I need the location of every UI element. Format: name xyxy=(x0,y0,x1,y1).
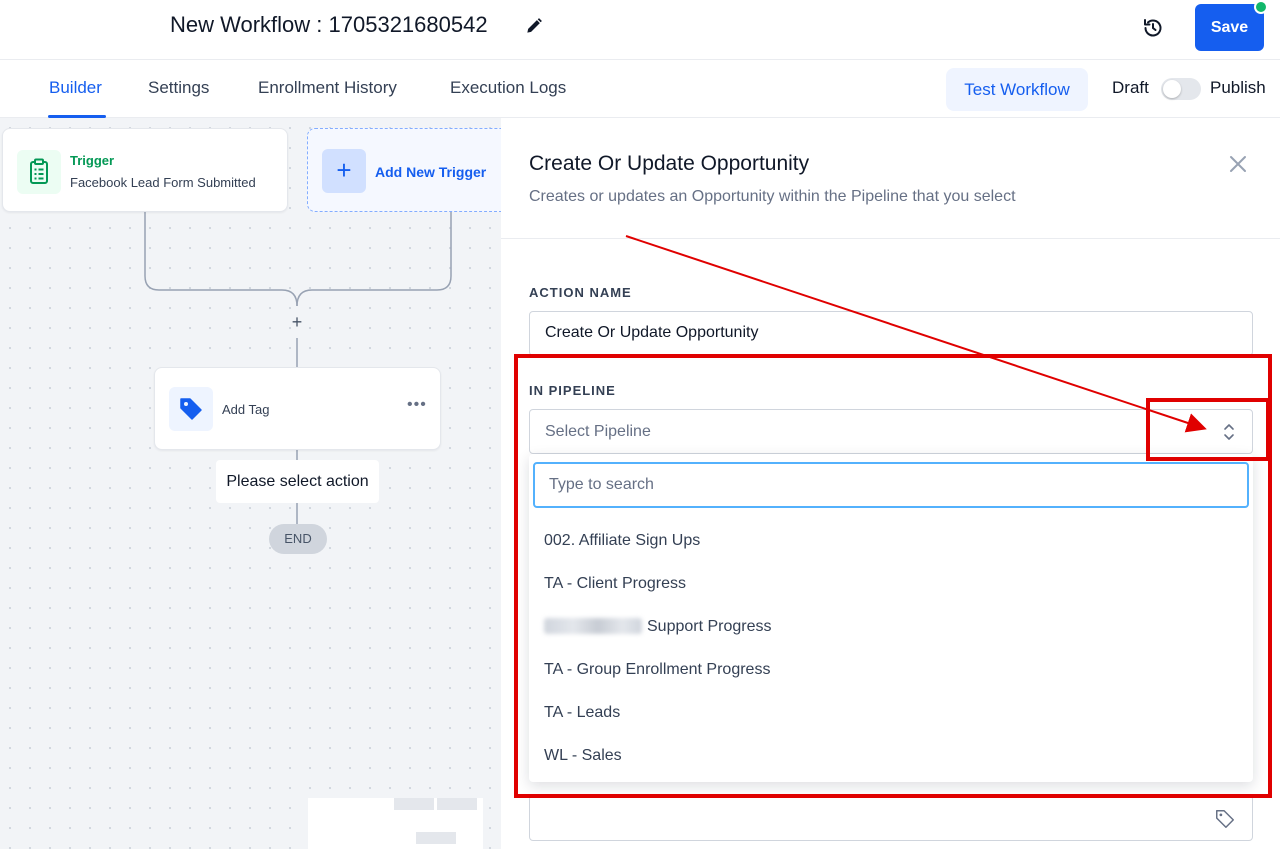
publish-label: Publish xyxy=(1210,78,1266,97)
trigger-icon-box xyxy=(17,150,61,194)
pipeline-search-input[interactable] xyxy=(533,462,1249,508)
tab-enrollment-history[interactable]: Enrollment History xyxy=(258,78,397,98)
add-trigger-label: Add New Trigger xyxy=(375,164,487,180)
pipeline-option[interactable]: TA - Leads xyxy=(544,704,620,722)
action-name-input[interactable]: Create Or Update Opportunity xyxy=(529,311,1253,356)
panel-subtitle: Creates or updates an Opportunity within… xyxy=(529,188,1016,205)
action-name-label: ACTION NAME xyxy=(529,285,632,300)
action-icon-box xyxy=(169,387,213,431)
tab-execution-logs[interactable]: Execution Logs xyxy=(450,78,566,98)
status-dot xyxy=(1254,0,1268,14)
trigger-card[interactable]: Trigger Facebook Lead Form Submitted xyxy=(2,128,288,212)
pipeline-select-placeholder: Select Pipeline xyxy=(545,423,651,440)
tab-builder[interactable]: Builder xyxy=(49,78,102,98)
more-options-icon[interactable]: ••• xyxy=(407,396,427,414)
pipeline-option[interactable]: WL - Sales xyxy=(544,747,622,765)
minimap-block xyxy=(437,798,477,810)
pipeline-option[interactable]: TA - Group Enrollment Progress xyxy=(544,661,770,679)
save-button[interactable]: Save xyxy=(1195,4,1264,51)
pipeline-option[interactable]: 002. Affiliate Sign Ups xyxy=(544,532,700,550)
divider xyxy=(501,238,1280,239)
panel-title: Create Or Update Opportunity xyxy=(529,152,810,175)
canvas-minimap[interactable] xyxy=(308,798,483,849)
pipeline-option[interactable]: TA - Client Progress xyxy=(544,575,686,593)
add-step-plus-icon[interactable]: + xyxy=(287,312,307,332)
action-label: Add Tag xyxy=(222,402,270,417)
tags-input[interactable] xyxy=(529,795,1253,841)
plus-icon: + xyxy=(322,149,366,193)
select-action-placeholder[interactable]: Please select action xyxy=(216,460,379,503)
pipeline-select[interactable]: Select Pipeline xyxy=(529,409,1253,454)
pipeline-option[interactable]: Support Progress xyxy=(544,618,772,636)
tabs-bar: Builder Settings Enrollment History Exec… xyxy=(0,60,1280,118)
workflow-title: New Workflow : 1705321680542 xyxy=(170,12,488,37)
in-pipeline-label: IN PIPELINE xyxy=(529,383,616,398)
chevron-up-down-icon[interactable] xyxy=(1222,421,1236,443)
redacted-text xyxy=(544,618,642,634)
tab-settings[interactable]: Settings xyxy=(148,78,209,98)
minimap-block xyxy=(416,832,456,844)
add-new-trigger-button[interactable]: + Add New Trigger xyxy=(307,128,501,212)
close-icon[interactable] xyxy=(1228,154,1248,174)
publish-toggle[interactable] xyxy=(1161,78,1201,100)
end-node: END xyxy=(269,524,327,554)
workflow-canvas[interactable]: Trigger Facebook Lead Form Submitted + A… xyxy=(0,118,501,849)
test-workflow-button[interactable]: Test Workflow xyxy=(946,68,1088,111)
minimap-block xyxy=(394,798,434,810)
tag-icon xyxy=(180,398,202,420)
pencil-icon[interactable] xyxy=(524,16,544,36)
toggle-knob xyxy=(1163,80,1181,98)
pipeline-option-label: Support Progress xyxy=(647,618,772,635)
trigger-title: Trigger xyxy=(70,153,115,168)
clipboard-icon xyxy=(30,158,48,184)
action-config-panel: Create Or Update Opportunity Creates or … xyxy=(501,118,1280,849)
pipeline-dropdown: 002. Affiliate Sign Ups TA - Client Prog… xyxy=(529,454,1253,782)
action-card-add-tag[interactable]: Add Tag ••• xyxy=(154,367,441,450)
top-header: New Workflow : 1705321680542 Save xyxy=(0,0,1280,60)
tag-outline-icon xyxy=(1216,810,1234,828)
history-clock-icon[interactable] xyxy=(1141,16,1165,40)
draft-label: Draft xyxy=(1112,78,1149,97)
trigger-subtitle: Facebook Lead Form Submitted xyxy=(70,175,256,190)
